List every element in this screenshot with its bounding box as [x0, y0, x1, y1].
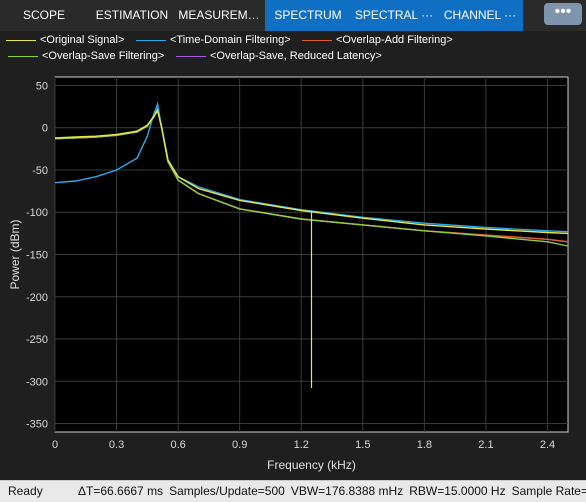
status-vbw: VBW=176.8388 mHz [290, 484, 404, 498]
x-tick-label: 0 [52, 439, 58, 451]
x-tick-label: 0.3 [109, 439, 124, 451]
more-options-icon: ••• [544, 3, 582, 25]
tab-spectral[interactable]: SPECTRAL ··· [351, 0, 437, 31]
tab-estimation[interactable]: ESTIMATION [88, 0, 176, 31]
x-tick-label: 0.6 [170, 439, 185, 451]
y-tick-label: -200 [26, 292, 48, 304]
y-tick-label: -300 [26, 376, 48, 388]
y-tick-label: -100 [26, 207, 48, 219]
status-delta-t: ΔT=66.6667 ms [78, 484, 164, 498]
x-tick-label: 2.1 [478, 439, 493, 451]
x-tick-label: 2.4 [540, 439, 555, 451]
y-tick-label: -150 [26, 250, 48, 262]
y-tick-label: 50 [36, 80, 48, 92]
more-tabs-button[interactable]: ••• [536, 0, 586, 31]
status-bar: Ready ΔT=66.6667 ms Samples/Update=500 VBW… [0, 480, 586, 502]
y-axis-label: Power (dBm) [8, 219, 22, 289]
status-metrics: ΔT=66.6667 ms Samples/Update=500 VBW=176.8… [78, 484, 586, 498]
tab-measurements[interactable]: MEASUREM… [176, 0, 262, 31]
x-tick-label: 0.9 [232, 439, 247, 451]
x-tick-label: 1.2 [294, 439, 309, 451]
y-tick-label: -50 [32, 165, 48, 177]
x-axis-label: Frequency (kHz) [267, 458, 356, 472]
y-tick-label: 0 [42, 123, 48, 135]
status-rbw: RBW=15.0000 Hz [409, 484, 506, 498]
status-ready: Ready [8, 484, 43, 498]
tab-scope[interactable]: SCOPE [0, 0, 88, 31]
tab-spectrum[interactable]: SPECTRUM [265, 0, 351, 31]
tab-channel[interactable]: CHANNEL ··· [437, 0, 523, 31]
spectrum-figure: <Original Signal> <Time-Domain Filtering… [0, 31, 586, 480]
y-tick-label: -350 [26, 419, 48, 431]
toolstrip: SCOPE ESTIMATION MEASUREM… SPECTRUM SPEC… [0, 0, 586, 31]
x-tick-label: 1.5 [355, 439, 370, 451]
status-sample-rate: Sample Rate= [511, 484, 586, 498]
spectrum-plot[interactable]: 0 0.3 0.6 0.9 1.2 1.5 1.8 2.1 2.4 50 0 -50 -100 -150 -… [0, 31, 586, 480]
x-tick-label: 1.8 [417, 439, 432, 451]
y-tick-label: -250 [26, 334, 48, 346]
status-samples-update: Samples/Update=500 [169, 484, 285, 498]
